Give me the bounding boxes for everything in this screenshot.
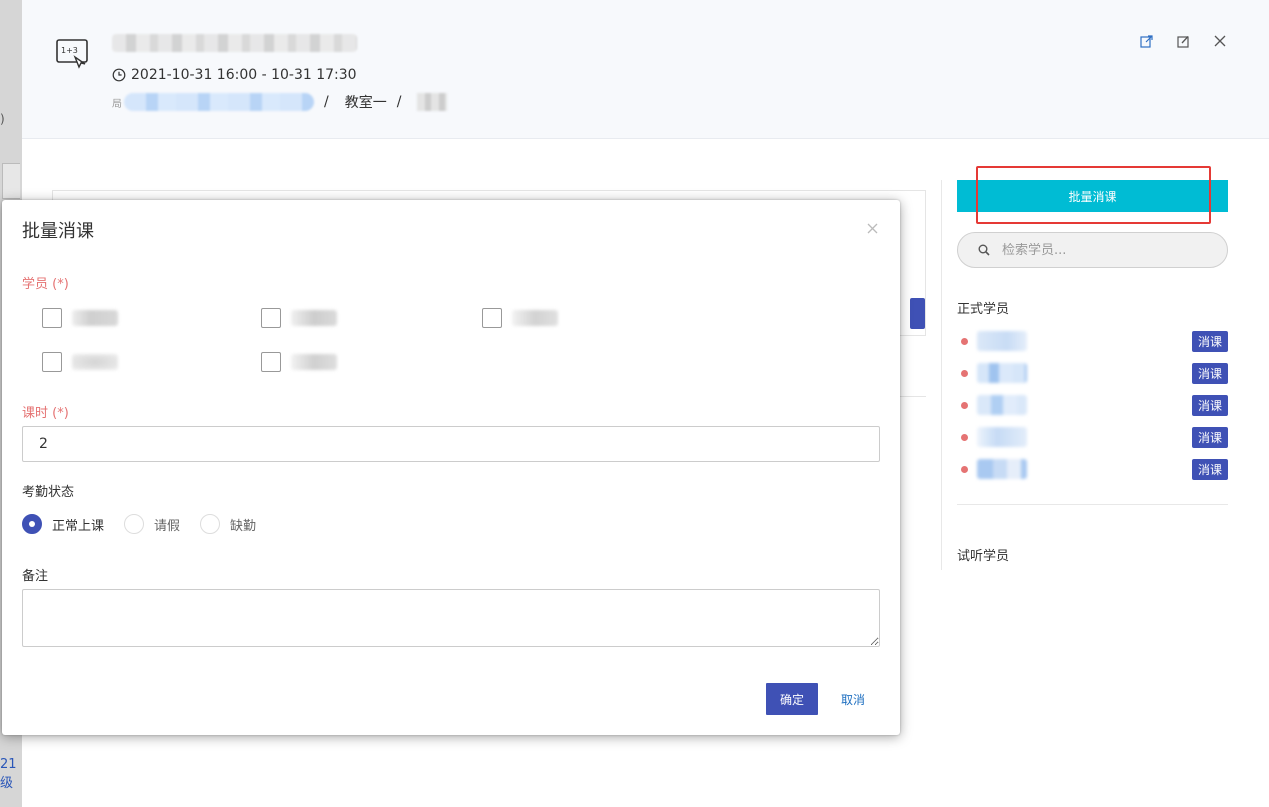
- student-checkbox[interactable]: [261, 308, 337, 328]
- student-checkbox[interactable]: [42, 308, 118, 328]
- student-row: 消课: [961, 362, 1228, 384]
- checkbox[interactable]: [42, 308, 62, 328]
- student-name-redacted: [977, 459, 1027, 479]
- cancel-lesson-button[interactable]: 消课: [1192, 458, 1228, 480]
- background-button-fragment[interactable]: [910, 298, 925, 329]
- student-name-redacted: [72, 354, 118, 370]
- status-dot: [961, 433, 968, 441]
- hours-field-label: 课时 (*): [22, 406, 69, 421]
- student-name-redacted: [72, 310, 118, 326]
- side-panel-divider: [941, 180, 942, 570]
- radio-label: 缺勤: [230, 518, 257, 534]
- batch-cancel-lesson-button[interactable]: 批量消课: [957, 180, 1228, 212]
- blackboard-icon: 1+3: [56, 39, 88, 69]
- radio-label: 正常上课: [52, 518, 105, 534]
- radio-unselected[interactable]: [200, 514, 221, 534]
- radio-unselected[interactable]: [124, 514, 145, 534]
- location-separator: /: [324, 94, 329, 110]
- checkbox[interactable]: [261, 352, 281, 372]
- cancel-lesson-button[interactable]: 消课: [1192, 362, 1228, 384]
- student-row: 消课: [961, 458, 1228, 480]
- status-dot: [961, 337, 968, 345]
- search-icon: [978, 244, 990, 256]
- remark-field-label: 备注: [22, 569, 49, 584]
- student-checkbox[interactable]: [482, 308, 558, 328]
- campus-name-redacted: [124, 93, 314, 111]
- background-link-fragment[interactable]: 21级: [0, 757, 22, 791]
- radio-label: 请假: [154, 518, 181, 534]
- location-prefix: 局: [112, 98, 122, 110]
- student-name-redacted: [977, 331, 1027, 351]
- background-text-fragment: ): [0, 112, 5, 126]
- student-name-redacted: [977, 395, 1027, 415]
- cancel-lesson-button[interactable]: 消课: [1192, 394, 1228, 416]
- batch-cancel-lesson-dialog: 批量消课 学员 (*) 课时 (*) 考勤状态 正常上课 请假: [2, 200, 900, 735]
- student-search-input[interactable]: [1002, 242, 1202, 258]
- trial-students-label: 试听学员: [957, 549, 1010, 564]
- cancel-lesson-button[interactable]: 消课: [1192, 426, 1228, 448]
- student-name-redacted: [291, 354, 337, 370]
- teacher-name-redacted: [417, 93, 448, 111]
- student-row: 消课: [961, 426, 1228, 448]
- student-row: 消课: [961, 330, 1228, 352]
- status-dot: [961, 369, 968, 377]
- attendance-option-normal[interactable]: 正常上课: [22, 514, 104, 534]
- lesson-time: 2021-10-31 16:00 - 10-31 17:30: [112, 67, 357, 83]
- student-name-redacted: [291, 310, 337, 326]
- remark-textarea[interactable]: [22, 589, 880, 647]
- student-name-redacted: [977, 427, 1027, 447]
- student-checkbox[interactable]: [42, 352, 118, 372]
- clock-icon: [112, 68, 126, 82]
- confirm-button[interactable]: 确定: [766, 683, 818, 715]
- lesson-title-redacted: [112, 34, 357, 52]
- students-field-label: 学员 (*): [22, 277, 69, 292]
- side-panel-separator: [957, 504, 1228, 505]
- svg-text:1+3: 1+3: [61, 46, 78, 55]
- hours-input[interactable]: [22, 426, 880, 462]
- checkbox[interactable]: [482, 308, 502, 328]
- student-name-redacted: [512, 310, 558, 326]
- attendance-field-label: 考勤状态: [22, 485, 75, 500]
- edit-icon[interactable]: [1174, 32, 1192, 50]
- radio-selected[interactable]: [22, 514, 42, 534]
- close-icon[interactable]: [1211, 32, 1229, 50]
- status-dot: [961, 401, 968, 409]
- lesson-time-text: 2021-10-31 16:00 - 10-31 17:30: [131, 67, 357, 83]
- cancel-lesson-button[interactable]: 消课: [1192, 330, 1228, 352]
- student-checkbox[interactable]: [261, 352, 337, 372]
- student-search[interactable]: [957, 232, 1228, 268]
- student-name-redacted: [977, 363, 1027, 383]
- cancel-button[interactable]: 取消: [830, 683, 876, 715]
- dialog-title: 批量消课: [22, 221, 94, 242]
- classroom-name: 教室一: [344, 95, 387, 111]
- location-separator: /: [396, 94, 402, 110]
- attendance-radio-group: 正常上课 请假 缺勤: [22, 514, 276, 534]
- background-input-fragment: [2, 163, 20, 199]
- export-icon[interactable]: [1137, 32, 1155, 50]
- drawer-header: 1+3 2021-10-31 16:00 - 10-31 17:30 局 / 教…: [22, 0, 1269, 139]
- attendance-option-leave[interactable]: 请假: [124, 514, 180, 534]
- checkbox[interactable]: [261, 308, 281, 328]
- attendance-option-absent[interactable]: 缺勤: [200, 514, 256, 534]
- close-icon[interactable]: [864, 220, 880, 236]
- formal-students-label: 正式学员: [957, 302, 1010, 317]
- student-row: 消课: [961, 394, 1228, 416]
- header-actions: [1137, 32, 1229, 50]
- lesson-location: 局 / 教室一 /: [112, 92, 448, 112]
- checkbox[interactable]: [42, 352, 62, 372]
- status-dot: [961, 465, 968, 473]
